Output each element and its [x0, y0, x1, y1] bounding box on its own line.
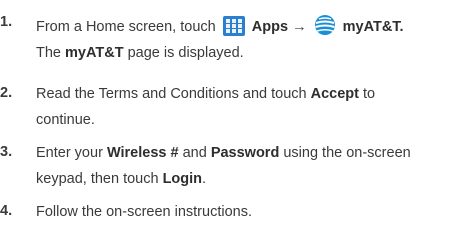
step-4-line-1: Follow the on-screen instructions. — [36, 203, 252, 221]
apps-label: Apps — [251, 19, 289, 35]
step-text: Enter your — [36, 145, 103, 161]
step-2-line-1: Read the Terms and Conditions and touch … — [36, 85, 375, 103]
step-text: to — [363, 86, 376, 102]
step-text: Follow the on-screen instructions. — [36, 204, 252, 220]
step-text: keypad, then touch — [36, 171, 159, 187]
step-1-note: The myAT&T page is displayed. — [36, 44, 244, 62]
myatt-bold: myAT&T — [65, 45, 124, 61]
step-text: and — [182, 145, 207, 161]
accept-label: Accept — [310, 86, 359, 102]
myatt-label: myAT&T. — [342, 19, 404, 35]
step-text: The — [36, 45, 61, 61]
step-text: . — [202, 171, 207, 187]
step-text: page is displayed. — [127, 45, 244, 61]
wireless-label: Wireless # — [106, 145, 179, 161]
step-2-line-2: continue. — [36, 111, 95, 129]
step-3-line-1: Enter your Wireless # and Password using… — [36, 144, 411, 162]
instructions: 1. From a Home screen, touch Apps → myAT… — [0, 0, 457, 241]
step-3-line-2: keypad, then touch Login. — [36, 170, 206, 188]
apps-grid-icon — [222, 16, 245, 41]
step-text: continue. — [36, 112, 95, 128]
step-number: 4. — [0, 203, 13, 219]
step-number: 3. — [0, 144, 13, 160]
step-number: 2. — [0, 85, 13, 101]
step-text: Read the Terms and Conditions and touch — [36, 86, 307, 102]
password-label: Password — [210, 145, 280, 161]
att-globe-icon — [314, 14, 336, 41]
step-number: 1. — [0, 14, 13, 30]
step-1-line-1: From a Home screen, touch Apps → myAT&T. — [36, 14, 404, 41]
login-label: Login — [162, 171, 203, 187]
arrow-icon: → — [292, 19, 307, 35]
step-text: From a Home screen, touch — [36, 19, 216, 35]
step-text: using the on-screen — [283, 145, 411, 161]
